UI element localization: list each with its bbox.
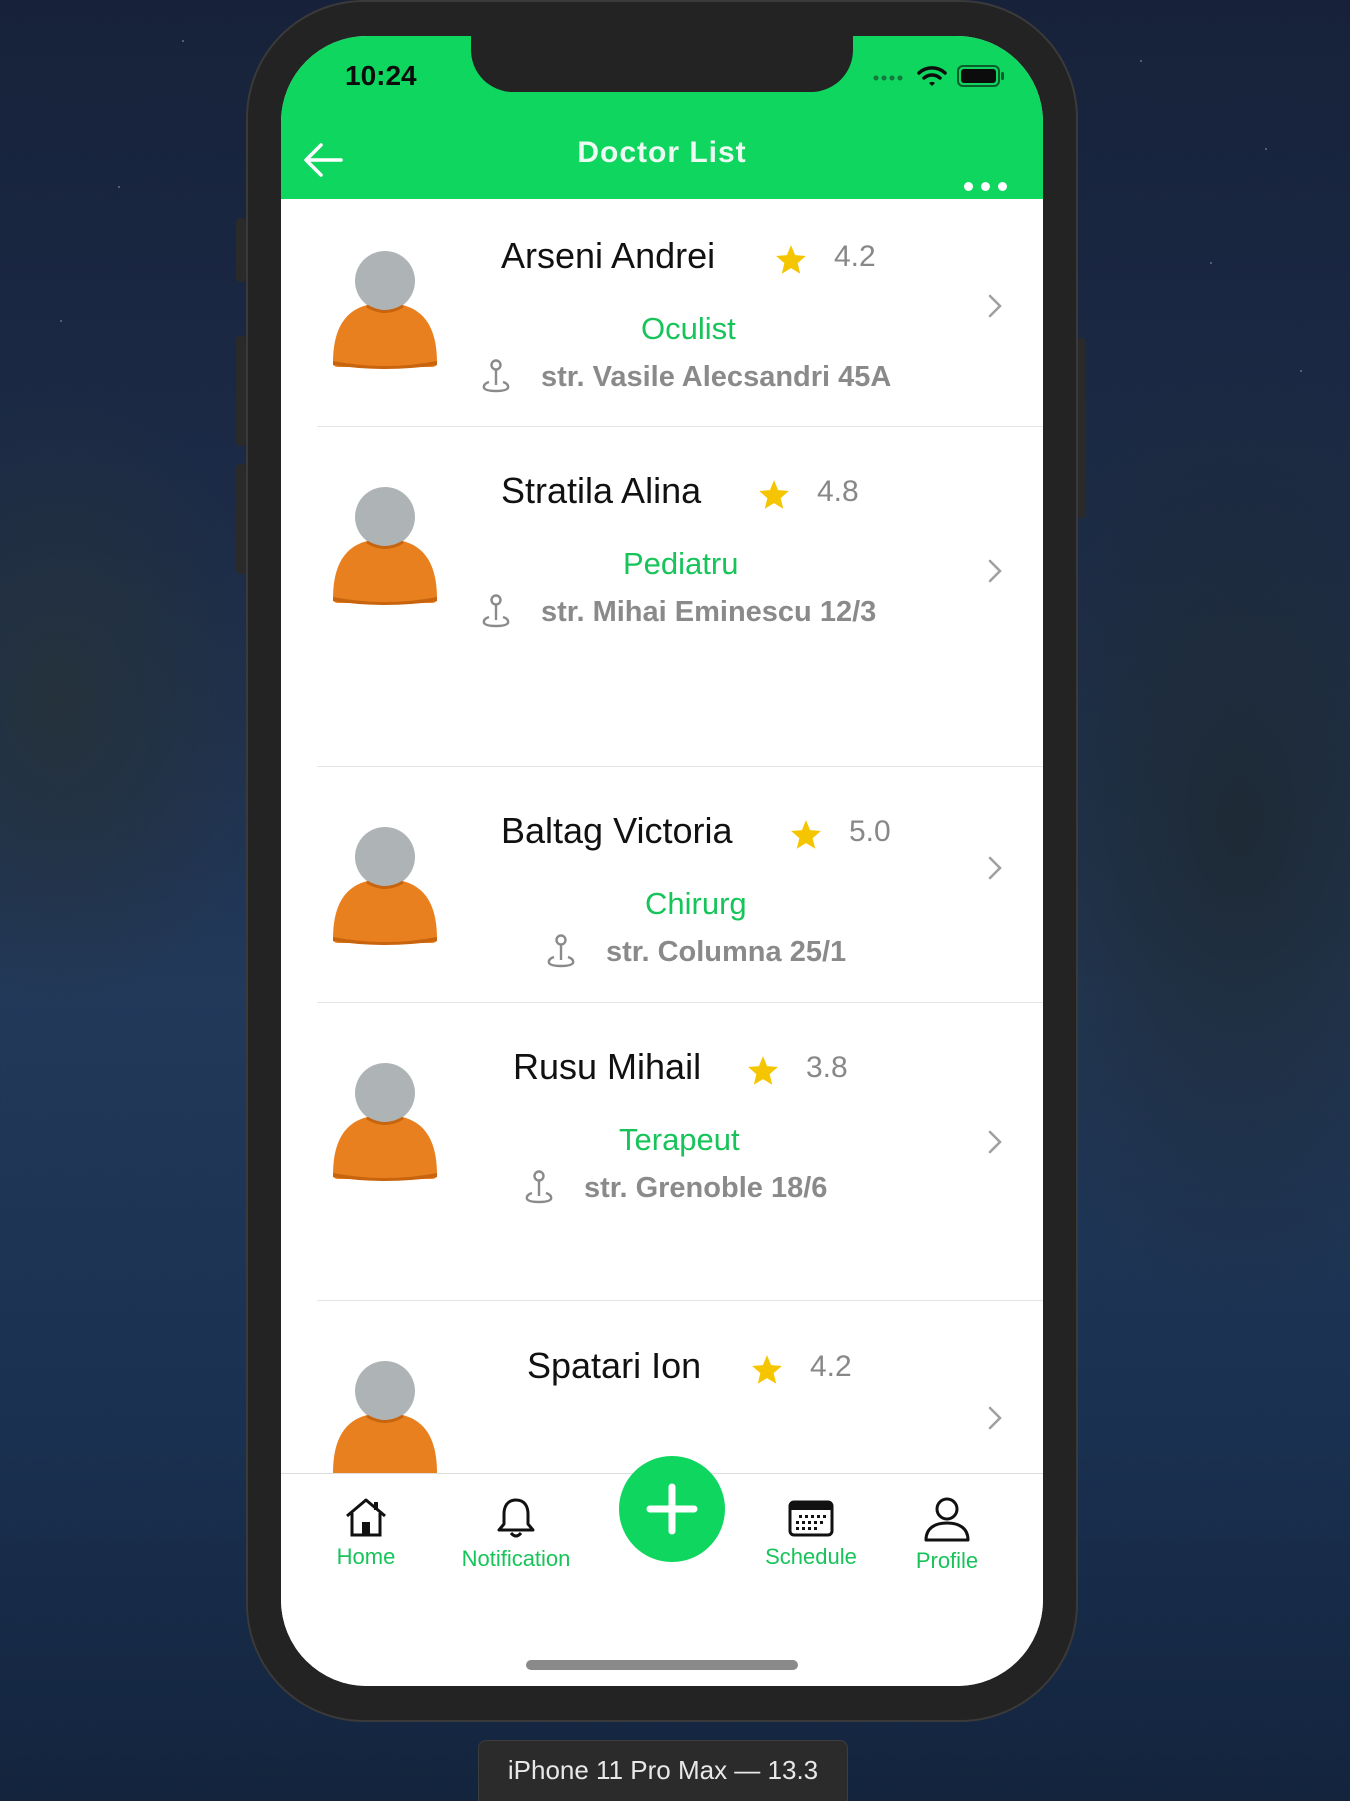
mute-switch xyxy=(236,218,246,282)
tab-profile[interactable]: Profile xyxy=(903,1496,991,1574)
doctor-rating: 3.8 xyxy=(806,1051,848,1084)
avatar-icon xyxy=(333,251,437,369)
tab-profile-label: Profile xyxy=(915,1548,979,1573)
chevron-right-icon xyxy=(988,559,1002,583)
phone-screen: 10:24 Doctor List Arseni Andrei 4.2 Ocul… xyxy=(281,36,1043,1686)
doctor-rating: 5.0 xyxy=(849,815,891,848)
home-icon xyxy=(346,1498,386,1537)
status-time: 10:24 xyxy=(345,60,417,91)
avatar-icon xyxy=(333,487,437,605)
user-icon xyxy=(924,1497,970,1542)
star-icon xyxy=(748,1056,778,1085)
avatar-icon xyxy=(333,1063,437,1181)
notch xyxy=(471,36,853,92)
star-icon xyxy=(776,245,806,274)
location-pin-icon xyxy=(547,934,575,968)
location-pin-icon xyxy=(482,359,510,393)
avatar-icon xyxy=(333,827,437,945)
calendar-icon xyxy=(788,1500,834,1537)
doctor-address: str. Mihai Eminescu 12/3 xyxy=(541,596,877,628)
doctor-row[interactable]: Baltag Victoria 5.0 Chirurg str. Columna… xyxy=(281,767,1043,1003)
more-dots-icon[interactable] xyxy=(964,182,1007,191)
wifi-icon xyxy=(917,66,947,86)
doctor-row[interactable]: Arseni Andrei 4.2 Oculist str. Vasile Al… xyxy=(281,199,1043,427)
chevron-right-icon xyxy=(988,856,1002,880)
doctor-name: Arseni Andrei xyxy=(501,235,716,276)
doctor-name: Baltag Victoria xyxy=(501,810,733,851)
simulator-device-label: iPhone 11 Pro Max — 13.3 xyxy=(478,1740,848,1801)
doctor-name: Stratila Alina xyxy=(501,470,702,511)
star-icon xyxy=(759,480,789,509)
volume-down-button xyxy=(236,464,246,574)
doctor-name: Spatari Ion xyxy=(527,1345,702,1386)
tab-schedule-label: Schedule xyxy=(765,1544,857,1569)
plus-icon xyxy=(646,1483,698,1535)
doctor-row[interactable]: Rusu Mihail 3.8 Terapeut str. Grenoble 1… xyxy=(281,1003,1043,1301)
signal-icon xyxy=(873,75,903,81)
doctor-address: str. Grenoble 18/6 xyxy=(584,1172,828,1204)
star-icon xyxy=(752,1355,782,1384)
chevron-right-icon xyxy=(988,1406,1002,1430)
tab-schedule[interactable]: Schedule xyxy=(761,1496,861,1570)
doctor-specialty: Oculist xyxy=(641,311,736,346)
doctor-specialty: Pediatru xyxy=(623,546,739,581)
tab-notification[interactable]: Notification xyxy=(451,1496,581,1572)
home-indicator xyxy=(526,1660,798,1670)
bell-icon xyxy=(497,1498,535,1538)
app-header: 10:24 Doctor List xyxy=(281,36,1043,199)
location-pin-icon xyxy=(525,1170,553,1204)
doctor-address: str. Vasile Alecsandri 45A xyxy=(541,361,892,393)
tab-home[interactable]: Home xyxy=(319,1496,413,1570)
battery-icon xyxy=(957,65,1004,87)
tab-notification-label: Notification xyxy=(461,1546,571,1571)
chevron-right-icon xyxy=(988,294,1002,318)
doctor-rating: 4.2 xyxy=(834,240,876,273)
doctor-address: str. Columna 25/1 xyxy=(606,936,847,968)
doctor-rating: 4.2 xyxy=(810,1350,852,1383)
status-icons xyxy=(873,64,1005,88)
volume-up-button xyxy=(236,336,246,446)
doctor-list: Arseni Andrei 4.2 Oculist str. Vasile Al… xyxy=(281,199,1043,1509)
chevron-right-icon xyxy=(988,1130,1002,1154)
page-title: Doctor List xyxy=(577,136,747,169)
star-icon xyxy=(791,820,821,849)
doctor-specialty: Chirurg xyxy=(645,886,747,921)
doctor-row[interactable]: Stratila Alina 4.8 Pediatru str. Mihai E… xyxy=(281,427,1043,767)
location-pin-icon xyxy=(482,594,510,628)
doctor-rating: 4.8 xyxy=(817,475,859,508)
doctor-name: Rusu Mihail xyxy=(513,1046,702,1087)
tab-home-label: Home xyxy=(336,1544,396,1569)
avatar-icon xyxy=(333,1361,437,1477)
add-button[interactable] xyxy=(619,1456,725,1562)
doctor-specialty: Terapeut xyxy=(619,1122,740,1157)
